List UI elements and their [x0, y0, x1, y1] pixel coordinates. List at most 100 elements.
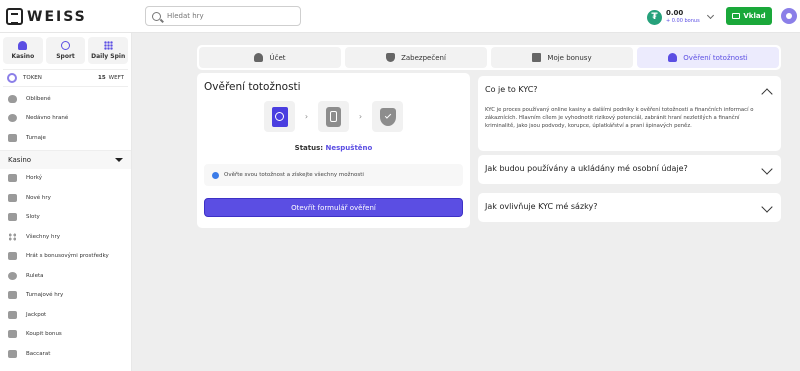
token-unit: WEFT	[108, 75, 124, 81]
faq-item-what-is-kyc[interactable]: Co je to KYC? KYC je proces používaný on…	[478, 76, 781, 151]
sidebar-item-label: Hrát s bonusovými prostředky	[26, 253, 109, 260]
sidebar-item-label: Koupit bonus	[26, 331, 62, 338]
faq-question: Jak budou používány a ukládány mé osobní…	[485, 164, 688, 173]
user-icon	[254, 53, 264, 62]
status-badge: Nespuštěno	[325, 144, 373, 152]
wallet-amounts: 0.00 + 0.00 bonus	[666, 9, 700, 25]
grid-icon	[103, 41, 113, 50]
heart-icon	[8, 94, 17, 103]
search-box[interactable]	[145, 6, 301, 26]
info-text: Ověřte svou totožnost a získejte všechny…	[224, 172, 364, 178]
sidebar-tab-label: Sport	[56, 53, 75, 60]
faq-question: Jak ovlivňuje KYC mé sázky?	[485, 202, 598, 211]
deposit-button[interactable]: Vklad	[726, 7, 772, 25]
tab-label: Zabezpečení	[401, 53, 446, 62]
sidebar-item-slots[interactable]: Sloty	[0, 208, 131, 228]
token-label: TOKEN	[23, 75, 42, 81]
casino-section-header[interactable]: Kasino	[0, 150, 131, 169]
token-icon	[7, 73, 17, 83]
wallet-balance[interactable]: ₮ 0.00 + 0.00 bonus	[647, 7, 714, 27]
sidebar-item-label: Jackpot	[26, 311, 47, 318]
sidebar-item-tournaments[interactable]: Turnaje	[0, 128, 131, 148]
sidebar-item-hot[interactable]: Horký	[0, 169, 131, 189]
sidebar-item-label: Horký	[26, 175, 43, 182]
sidebar-item-recent[interactable]: Nedávno hrané	[0, 109, 131, 129]
sidebar: Kasino Sport Daily Spin TOKEN 15 WEFT Obl…	[0, 33, 132, 371]
cards-icon	[8, 349, 17, 358]
faq-question: Co je to KYC?	[485, 85, 538, 94]
search-input[interactable]	[167, 12, 297, 20]
gift-icon	[532, 53, 542, 62]
trophy-icon	[8, 291, 17, 300]
tab-identity-verification[interactable]: Ověření totožnosti	[637, 47, 779, 68]
roulette-icon	[8, 271, 17, 280]
wallet-icon	[732, 13, 741, 19]
sidebar-item-label: Oblíbené	[26, 95, 51, 102]
document-icon	[326, 106, 341, 127]
section-title: Kasino	[8, 155, 32, 164]
chevron-down-icon[interactable]	[706, 11, 714, 20]
wallet-amount: 0.00	[666, 9, 684, 17]
sidebar-item-tournament-games[interactable]: Turnajové hry	[0, 286, 131, 306]
sidebar-tabs: Kasino Sport Daily Spin	[0, 33, 131, 68]
user-icon	[786, 13, 792, 19]
sidebar-item-jackpot[interactable]: Jackpot	[0, 305, 131, 325]
sidebar-item-baccarat[interactable]: Baccarat	[0, 344, 131, 364]
chevron-right-icon: ›	[304, 112, 309, 121]
status-label: Status:	[294, 144, 324, 152]
faq-answer: KYC je proces používaný online kasiny a …	[485, 107, 754, 129]
spade-icon	[18, 41, 28, 50]
search-icon	[152, 11, 161, 21]
jackpot-icon	[8, 310, 17, 319]
sidebar-item-label: Turnaje	[26, 134, 46, 141]
faq-item-personal-data[interactable]: Jak budou používány a ukládány mé osobní…	[478, 155, 781, 184]
tab-my-bonuses[interactable]: Moje bonusy	[491, 47, 633, 68]
info-box: Ověřte svou totožnost a získejte všechny…	[204, 164, 463, 186]
flame-icon	[8, 174, 17, 183]
faq-item-kyc-bets[interactable]: Jak ovlivňuje KYC mé sázky?	[478, 193, 781, 222]
sidebar-item-label: Ruleta	[26, 272, 44, 279]
shield-icon	[386, 53, 396, 62]
sidebar-item-roulette[interactable]: Ruleta	[0, 266, 131, 286]
token-balance[interactable]: TOKEN 15 WEFT	[3, 69, 128, 87]
tab-security[interactable]: Zabezpečení	[345, 47, 487, 68]
kyc-steps: › ›	[264, 101, 403, 132]
user-check-icon	[668, 53, 678, 62]
quick-links: Oblíbené Nedávno hrané Turnaje	[0, 87, 131, 151]
kyc-step-document	[318, 101, 349, 132]
logo[interactable]: WEISS	[6, 8, 87, 25]
open-verification-form-button[interactable]: Otevřít formulář ověření	[204, 198, 463, 217]
bonus-icon	[8, 252, 17, 261]
account-tabs: Účet Zabezpečení Moje bonusy Ověření tot…	[197, 45, 781, 70]
sidebar-tab-daily-spin[interactable]: Daily Spin	[88, 37, 129, 64]
sidebar-tab-sport[interactable]: Sport	[45, 37, 86, 64]
kyc-card: Ověření totožnosti › › Status: Nespuštěn…	[197, 73, 470, 228]
sidebar-item-label: Nedávno hrané	[26, 115, 69, 122]
sidebar-item-label: Nové hry	[26, 194, 51, 201]
sidebar-item-all-games[interactable]: Všechny hry	[0, 227, 131, 247]
sidebar-item-favorites[interactable]: Oblíbené	[0, 89, 131, 109]
sidebar-item-new-games[interactable]: Nové hry	[0, 188, 131, 208]
tab-account[interactable]: Účet	[199, 47, 341, 68]
deposit-label: Vklad	[743, 12, 766, 20]
logo-icon	[6, 8, 23, 25]
shield-check-icon	[379, 107, 396, 126]
slot-icon	[8, 213, 17, 222]
sidebar-item-label: Baccarat	[26, 350, 51, 357]
info-icon	[212, 171, 219, 179]
page-title: Ověření totožnosti	[204, 81, 301, 93]
sidebar-item-label: Všechny hry	[26, 233, 61, 240]
chevron-down-icon[interactable]	[761, 201, 773, 213]
chevron-up-icon[interactable]	[761, 88, 773, 100]
wallet-bonus: + 0.00 bonus	[666, 18, 700, 24]
chevron-right-icon: ›	[358, 112, 363, 121]
casino-items: Horký Nové hry Sloty Všechny hry Hrát s …	[0, 169, 131, 364]
tab-label: Účet	[269, 53, 286, 62]
chevron-down-icon[interactable]	[761, 163, 773, 175]
clock-icon	[8, 114, 17, 123]
avatar[interactable]	[781, 8, 797, 24]
kyc-status: Status: Nespuštěno	[197, 144, 470, 152]
sidebar-item-buy-bonus[interactable]: Koupit bonus	[0, 325, 131, 345]
sidebar-tab-casino[interactable]: Kasino	[3, 37, 43, 64]
sidebar-item-bonus-play[interactable]: Hrát s bonusovými prostředky	[0, 247, 131, 267]
